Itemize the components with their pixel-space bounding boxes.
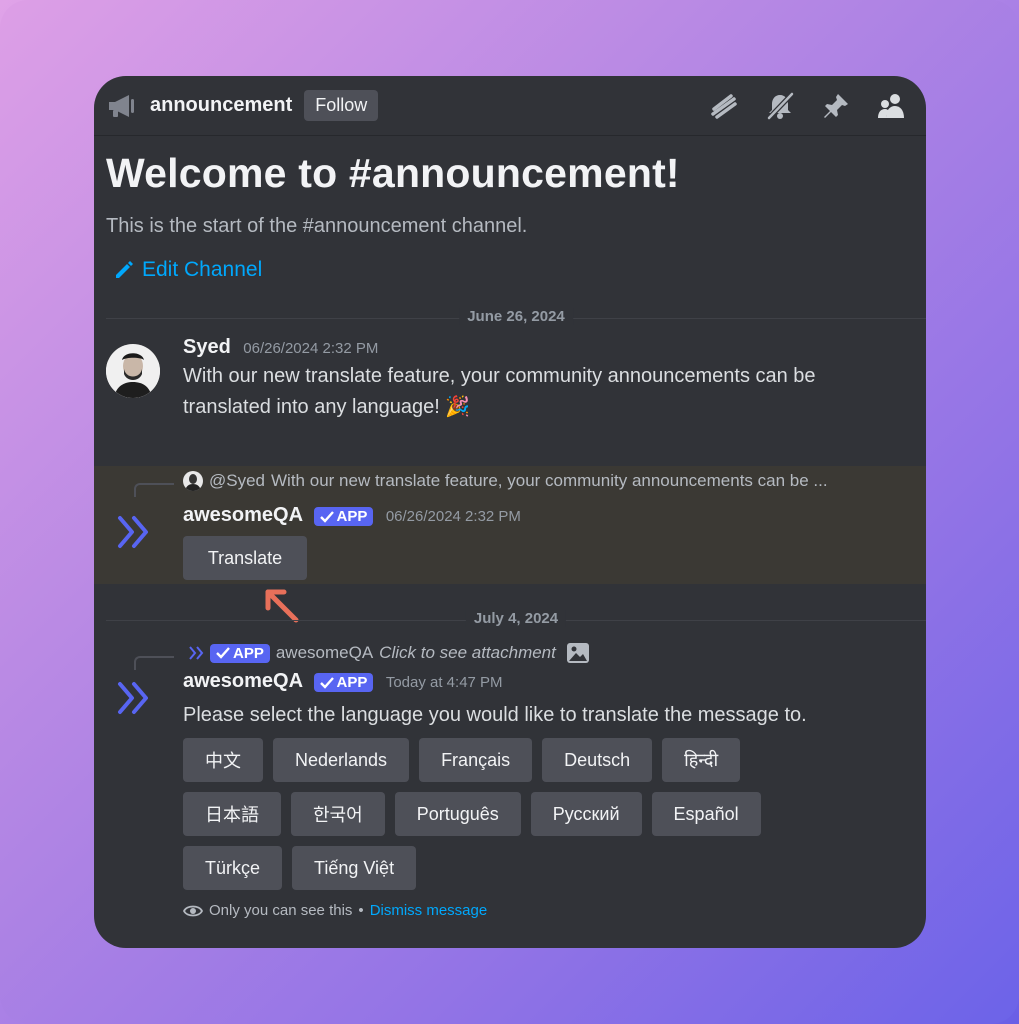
- app-badge: APP: [210, 643, 270, 663]
- date-divider-label: July 4, 2024: [465, 610, 567, 627]
- pencil-icon: [116, 261, 133, 278]
- dismiss-message-link[interactable]: Dismiss message: [370, 902, 488, 919]
- language-row: 中文 Nederlands Français Deutsch हिन्दी: [183, 738, 761, 782]
- reply-preview[interactable]: APP awesomeQA Click to see attachment: [188, 642, 590, 664]
- message-author[interactable]: Syed: [183, 336, 231, 358]
- date-divider: June 26, 2024: [106, 308, 926, 328]
- checkmark-icon: [319, 676, 334, 689]
- message-awesomeqa-languages: APP awesomeQA Click to see attachment aw…: [94, 638, 926, 948]
- lang-button-turkish[interactable]: Türkçe: [183, 846, 283, 890]
- reply-connector: [134, 483, 174, 497]
- message-timestamp: Today at 4:47 PM: [385, 674, 503, 691]
- avatar[interactable]: [106, 344, 160, 398]
- reply-avatar: [183, 471, 203, 491]
- message-text: Please select the language you would lik…: [183, 704, 807, 726]
- translate-button[interactable]: Translate: [183, 536, 307, 580]
- image-icon: [566, 643, 589, 663]
- lang-button-vietnamese[interactable]: Tiếng Việt: [292, 846, 417, 890]
- reply-author: @Syed: [209, 471, 266, 490]
- channel-welcome: Welcome to #announcement! This is the st…: [94, 136, 926, 282]
- reply-connector: [134, 656, 174, 670]
- awesomeqa-small-icon: [189, 646, 204, 660]
- lang-button-french[interactable]: Français: [419, 738, 533, 782]
- message-author[interactable]: awesomeQA: [183, 504, 303, 526]
- language-row: Türkçe Tiếng Việt: [183, 846, 761, 890]
- app-badge: APP: [313, 673, 374, 693]
- header-actions: [708, 90, 908, 122]
- discord-window: announcement Follow Welcome to #announce…: [94, 76, 926, 948]
- message-syed: Syed 06/26/2024 2:32 PM With our new tra…: [94, 336, 926, 466]
- language-buttons: 中文 Nederlands Français Deutsch हिन्दी 日本…: [183, 738, 761, 900]
- lang-button-russian[interactable]: Русский: [530, 792, 642, 836]
- channel-name: announcement: [150, 94, 293, 116]
- reply-preview[interactable]: @Syed With our new translate feature, yo…: [183, 471, 913, 491]
- message-timestamp: 06/26/2024 2:32 PM: [243, 340, 379, 357]
- message-text-line1: With our new translate feature, your com…: [183, 365, 816, 387]
- ephemeral-notice: Only you can see this • Dismiss message: [183, 902, 487, 919]
- eye-icon: [183, 905, 203, 916]
- app-badge-label: APP: [336, 674, 368, 692]
- checkmark-icon: [319, 510, 334, 523]
- message-timestamp: 06/26/2024 2:32 PM: [385, 508, 521, 525]
- reply-author: awesomeQA: [275, 643, 374, 662]
- notifications-muted-icon[interactable]: [764, 90, 796, 122]
- separator: •: [358, 902, 364, 919]
- edit-channel-link[interactable]: Edit Channel: [114, 258, 914, 282]
- lang-button-dutch[interactable]: Nederlands: [273, 738, 410, 782]
- welcome-title: Welcome to #announcement!: [106, 150, 680, 196]
- edit-channel-label: Edit Channel: [142, 258, 263, 281]
- threads-icon[interactable]: [708, 90, 740, 122]
- language-row: 日本語 한국어 Português Русский Español: [183, 792, 761, 836]
- members-icon[interactable]: [876, 90, 908, 122]
- lang-button-german[interactable]: Deutsch: [542, 738, 653, 782]
- awesomeqa-logo-icon: [114, 512, 154, 557]
- ephemeral-text: Only you can see this: [209, 902, 353, 919]
- reply-text: Click to see attachment: [379, 643, 556, 662]
- checkmark-icon: [216, 647, 230, 659]
- lang-button-japanese[interactable]: 日本語: [183, 792, 281, 836]
- lang-button-portuguese[interactable]: Português: [394, 792, 521, 836]
- app-badge-label: APP: [336, 508, 368, 526]
- megaphone-icon: [106, 90, 138, 122]
- reply-text: With our new translate feature, your com…: [271, 471, 828, 490]
- app-badge-label: APP: [233, 644, 264, 662]
- lang-button-spanish[interactable]: Español: [651, 792, 761, 836]
- lang-button-hindi[interactable]: हिन्दी: [662, 738, 741, 782]
- lang-button-korean[interactable]: 한국어: [291, 792, 385, 836]
- follow-button[interactable]: Follow: [304, 90, 379, 121]
- pin-icon[interactable]: [820, 90, 852, 122]
- date-divider: July 4, 2024: [106, 610, 926, 630]
- awesomeqa-logo-icon: [114, 678, 154, 723]
- lang-button-chinese[interactable]: 中文: [183, 738, 263, 782]
- welcome-subtitle: This is the start of the #announcement c…: [106, 215, 528, 237]
- app-badge: APP: [313, 507, 374, 527]
- channel-header: announcement Follow: [94, 76, 926, 136]
- message-text-line2: translated into any language! 🎉: [183, 396, 471, 418]
- message-author[interactable]: awesomeQA: [183, 670, 303, 692]
- message-awesomeqa-translate: @Syed With our new translate feature, yo…: [94, 466, 926, 584]
- date-divider-label: June 26, 2024: [459, 308, 573, 325]
